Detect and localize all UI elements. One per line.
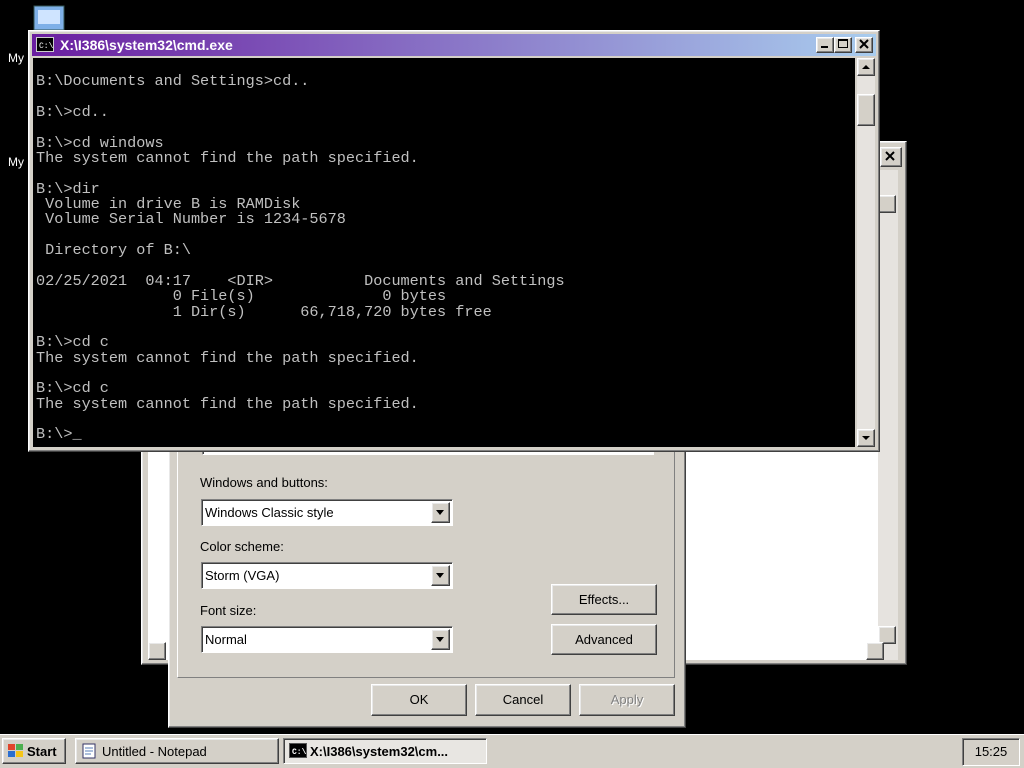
console-output[interactable]: B:\Documents and Settings>cd.. B:\>cd.. … [33, 58, 855, 447]
arrow-down-icon [862, 436, 870, 440]
my-computer-icon[interactable] [30, 4, 70, 32]
start-label: Start [27, 744, 57, 759]
title-bar[interactable]: C:\ X:\I386\system32\cmd.exe [32, 34, 876, 56]
apply-button[interactable]: Apply [579, 684, 675, 716]
windows-buttons-value: Windows Classic style [205, 505, 334, 520]
vertical-scrollbar[interactable] [857, 58, 875, 447]
scroll-left-button[interactable] [148, 642, 166, 660]
cmd-window[interactable]: C:\ X:\I386\system32\cmd.exe B:\Document… [28, 30, 880, 452]
color-scheme-select[interactable]: Storm (VGA) [201, 562, 453, 589]
taskbar-item-label: Untitled - Notepad [102, 744, 207, 759]
taskbar-item-label: X:\I386\system32\cm... [310, 744, 449, 759]
close-icon [885, 151, 895, 161]
font-size-label: Font size: [200, 603, 257, 618]
advanced-button[interactable]: Advanced [551, 624, 657, 655]
console-text: B:\Documents and Settings>cd.. B:\>cd.. … [36, 72, 565, 444]
cmd-icon: C:\ [289, 743, 307, 761]
desktop-icon-label[interactable]: My [8, 155, 24, 169]
vertical-scrollbar[interactable] [878, 170, 898, 660]
svg-text:C:\: C:\ [39, 42, 54, 51]
effects-button[interactable]: Effects... [551, 584, 657, 615]
color-scheme-label: Color scheme: [200, 539, 284, 554]
display-properties-dialog[interactable]: Windows and buttons: Windows Classic sty… [168, 440, 686, 728]
chevron-down-icon[interactable] [431, 629, 450, 650]
taskbar: Start Untitled - Notepad C:\ X:\I386\sys… [0, 734, 1024, 768]
close-button[interactable] [880, 147, 902, 167]
start-button[interactable]: Start [2, 738, 66, 764]
arrow-up-icon [862, 65, 870, 69]
scroll-thumb[interactable] [857, 94, 875, 126]
scroll-right-button[interactable] [866, 642, 884, 660]
windows-buttons-label: Windows and buttons: [200, 475, 328, 490]
minimize-button[interactable] [816, 37, 834, 53]
cmd-icon: C:\ [36, 37, 54, 55]
windows-logo-icon [7, 743, 25, 762]
scroll-up-button[interactable] [857, 58, 875, 76]
cancel-button[interactable]: Cancel [475, 684, 571, 716]
system-clock[interactable]: 15:25 [962, 738, 1020, 766]
maximize-icon [838, 39, 848, 48]
desktop-icon-label[interactable]: My [8, 51, 24, 65]
maximize-button[interactable] [834, 37, 852, 53]
chevron-down-icon[interactable] [431, 502, 450, 523]
ok-button[interactable]: OK [371, 684, 467, 716]
scroll-down-button[interactable] [857, 429, 875, 447]
appearance-tab-panel: Windows and buttons: Windows Classic sty… [177, 441, 675, 678]
scroll-up-button[interactable] [878, 195, 896, 213]
font-size-select[interactable]: Normal [201, 626, 453, 653]
svg-text:C:\: C:\ [292, 748, 307, 757]
taskbar-item-cmd[interactable]: C:\ X:\I386\system32\cm... [283, 738, 487, 764]
color-scheme-value: Storm (VGA) [205, 568, 280, 583]
chevron-down-icon[interactable] [431, 565, 450, 586]
windows-buttons-select[interactable]: Windows Classic style [201, 499, 453, 526]
close-icon [859, 39, 869, 49]
window-title: X:\I386\system32\cmd.exe [60, 37, 233, 53]
close-button[interactable] [855, 37, 873, 53]
taskbar-item-notepad[interactable]: Untitled - Notepad [75, 738, 279, 764]
font-size-value: Normal [205, 632, 247, 647]
minimize-icon [821, 46, 828, 48]
notepad-icon [81, 743, 97, 762]
